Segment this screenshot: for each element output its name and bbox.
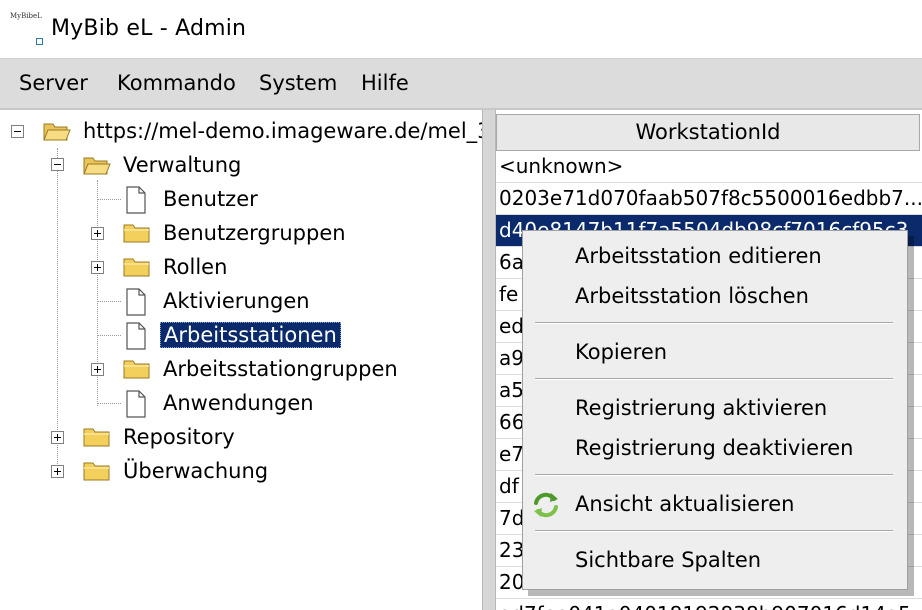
menu-separator — [535, 378, 893, 380]
window-title: MyBib eL - Admin — [51, 16, 247, 41]
tree-node-anwendungen-label: Anwendungen — [163, 391, 314, 415]
column-header-workstationid[interactable]: WorkstationId — [496, 114, 920, 151]
app-icon: MyBibeL — [10, 12, 48, 46]
tree-node-rollen-label: Rollen — [163, 255, 228, 279]
tree-node-benutzergruppen[interactable]: Benutzergruppen — [160, 218, 349, 248]
menu-item-registrierung-aktivieren[interactable]: Registrierung aktivieren — [523, 388, 907, 428]
folder-icon — [123, 224, 150, 243]
tree-node-root[interactable]: https://mel-demo.imageware.de/mel_3.0 — [80, 116, 482, 146]
panel-splitter[interactable] — [482, 110, 496, 610]
folder-icon — [83, 462, 110, 481]
collapse-root-toggle[interactable] — [11, 125, 24, 138]
menu-bar: Server Kommando System Hilfe — [0, 58, 922, 109]
open-folder-icon — [43, 123, 71, 141]
folder-icon — [123, 258, 150, 277]
tree-node-anwendungen[interactable]: Anwendungen — [160, 388, 317, 418]
folder-icon — [123, 360, 150, 379]
expand-ueberwachung-toggle[interactable] — [51, 465, 64, 478]
menu-item-sichtbare-spalten[interactable]: Sichtbare Spalten — [523, 540, 907, 580]
tree-node-verwaltung-label: Verwaltung — [123, 153, 242, 177]
menu-item-arbeitsstation-loeschen[interactable]: Arbeitsstation löschen — [523, 276, 907, 316]
tree-node-aktivierungen-label: Aktivierungen — [163, 289, 310, 313]
document-icon — [126, 390, 146, 418]
tree-node-ueberwachung-label: Überwachung — [123, 459, 269, 483]
menu-hilfe[interactable]: Hilfe — [357, 71, 413, 95]
navigation-tree[interactable]: https://mel-demo.imageware.de/mel_3.0 Ve… — [0, 110, 482, 610]
expand-benutzergruppen-toggle[interactable] — [91, 227, 104, 240]
table-row[interactable]: <unknown> — [496, 151, 922, 183]
tree-line — [57, 148, 58, 476]
menu-item-registrierung-deaktivieren[interactable]: Registrierung deaktivieren — [523, 428, 907, 468]
tree-node-repository-label: Repository — [123, 425, 235, 449]
tree-node-arbeitsstationgruppen-label: Arbeitsstationgruppen — [163, 357, 398, 381]
menu-item-ansicht-aktualisieren[interactable]: Ansicht aktualisieren — [523, 484, 907, 524]
tree-node-arbeitsstationen-label: Arbeitsstationen — [160, 322, 341, 348]
tree-node-arbeitsstationen[interactable]: Arbeitsstationen — [160, 320, 341, 350]
app-icon-text: MyBibeL — [10, 12, 42, 20]
menu-item-ansicht-aktualisieren-label: Ansicht aktualisieren — [575, 492, 795, 516]
open-folder-icon — [83, 157, 111, 175]
tree-line — [97, 301, 121, 302]
menu-server[interactable]: Server — [15, 71, 92, 95]
tree-node-root-label: https://mel-demo.imageware.de/mel_3.0 — [83, 119, 482, 143]
app-icon-box — [36, 38, 43, 45]
menu-item-arbeitsstation-editieren[interactable]: Arbeitsstation editieren — [523, 236, 907, 276]
expand-arbeitsstationgruppen-toggle[interactable] — [91, 363, 104, 376]
tree-line — [97, 335, 121, 336]
tree-node-aktivierungen[interactable]: Aktivierungen — [160, 286, 313, 316]
menu-system[interactable]: System — [255, 71, 341, 95]
table-row[interactable]: 0203e71d070faab507f8c5500016edbb7... — [496, 183, 922, 215]
tree-node-benutzer-label: Benutzer — [163, 187, 258, 211]
tree-node-arbeitsstationgruppen[interactable]: Arbeitsstationgruppen — [160, 354, 401, 384]
tree-node-repository[interactable]: Repository — [120, 422, 238, 452]
menu-separator — [535, 474, 893, 476]
menu-separator — [535, 530, 893, 532]
tree-node-rollen[interactable]: Rollen — [160, 252, 230, 282]
table-row[interactable]: ad7fee041a04018192838b907016d14a5 — [496, 599, 922, 610]
tree-node-benutzer[interactable]: Benutzer — [160, 184, 261, 214]
document-icon — [126, 288, 146, 316]
tree-node-verwaltung[interactable]: Verwaltung — [120, 150, 244, 180]
menu-separator — [535, 322, 893, 324]
refresh-icon — [534, 492, 558, 518]
title-bar: MyBibeL MyBib eL - Admin — [0, 0, 922, 58]
folder-icon — [83, 428, 110, 447]
tree-node-ueberwachung[interactable]: Überwachung — [120, 456, 271, 486]
context-menu: Arbeitsstation editieren Arbeitsstation … — [522, 230, 908, 590]
collapse-verwaltung-toggle[interactable] — [51, 158, 64, 171]
document-icon — [126, 186, 146, 214]
tree-node-benutzergruppen-label: Benutzergruppen — [163, 221, 346, 245]
tree-line — [97, 403, 121, 404]
expand-repository-toggle[interactable] — [51, 431, 64, 444]
document-icon — [126, 322, 146, 350]
expand-rollen-toggle[interactable] — [91, 261, 104, 274]
menu-kommando[interactable]: Kommando — [113, 71, 240, 95]
menu-item-kopieren[interactable]: Kopieren — [523, 332, 907, 372]
tree-line — [97, 199, 121, 200]
